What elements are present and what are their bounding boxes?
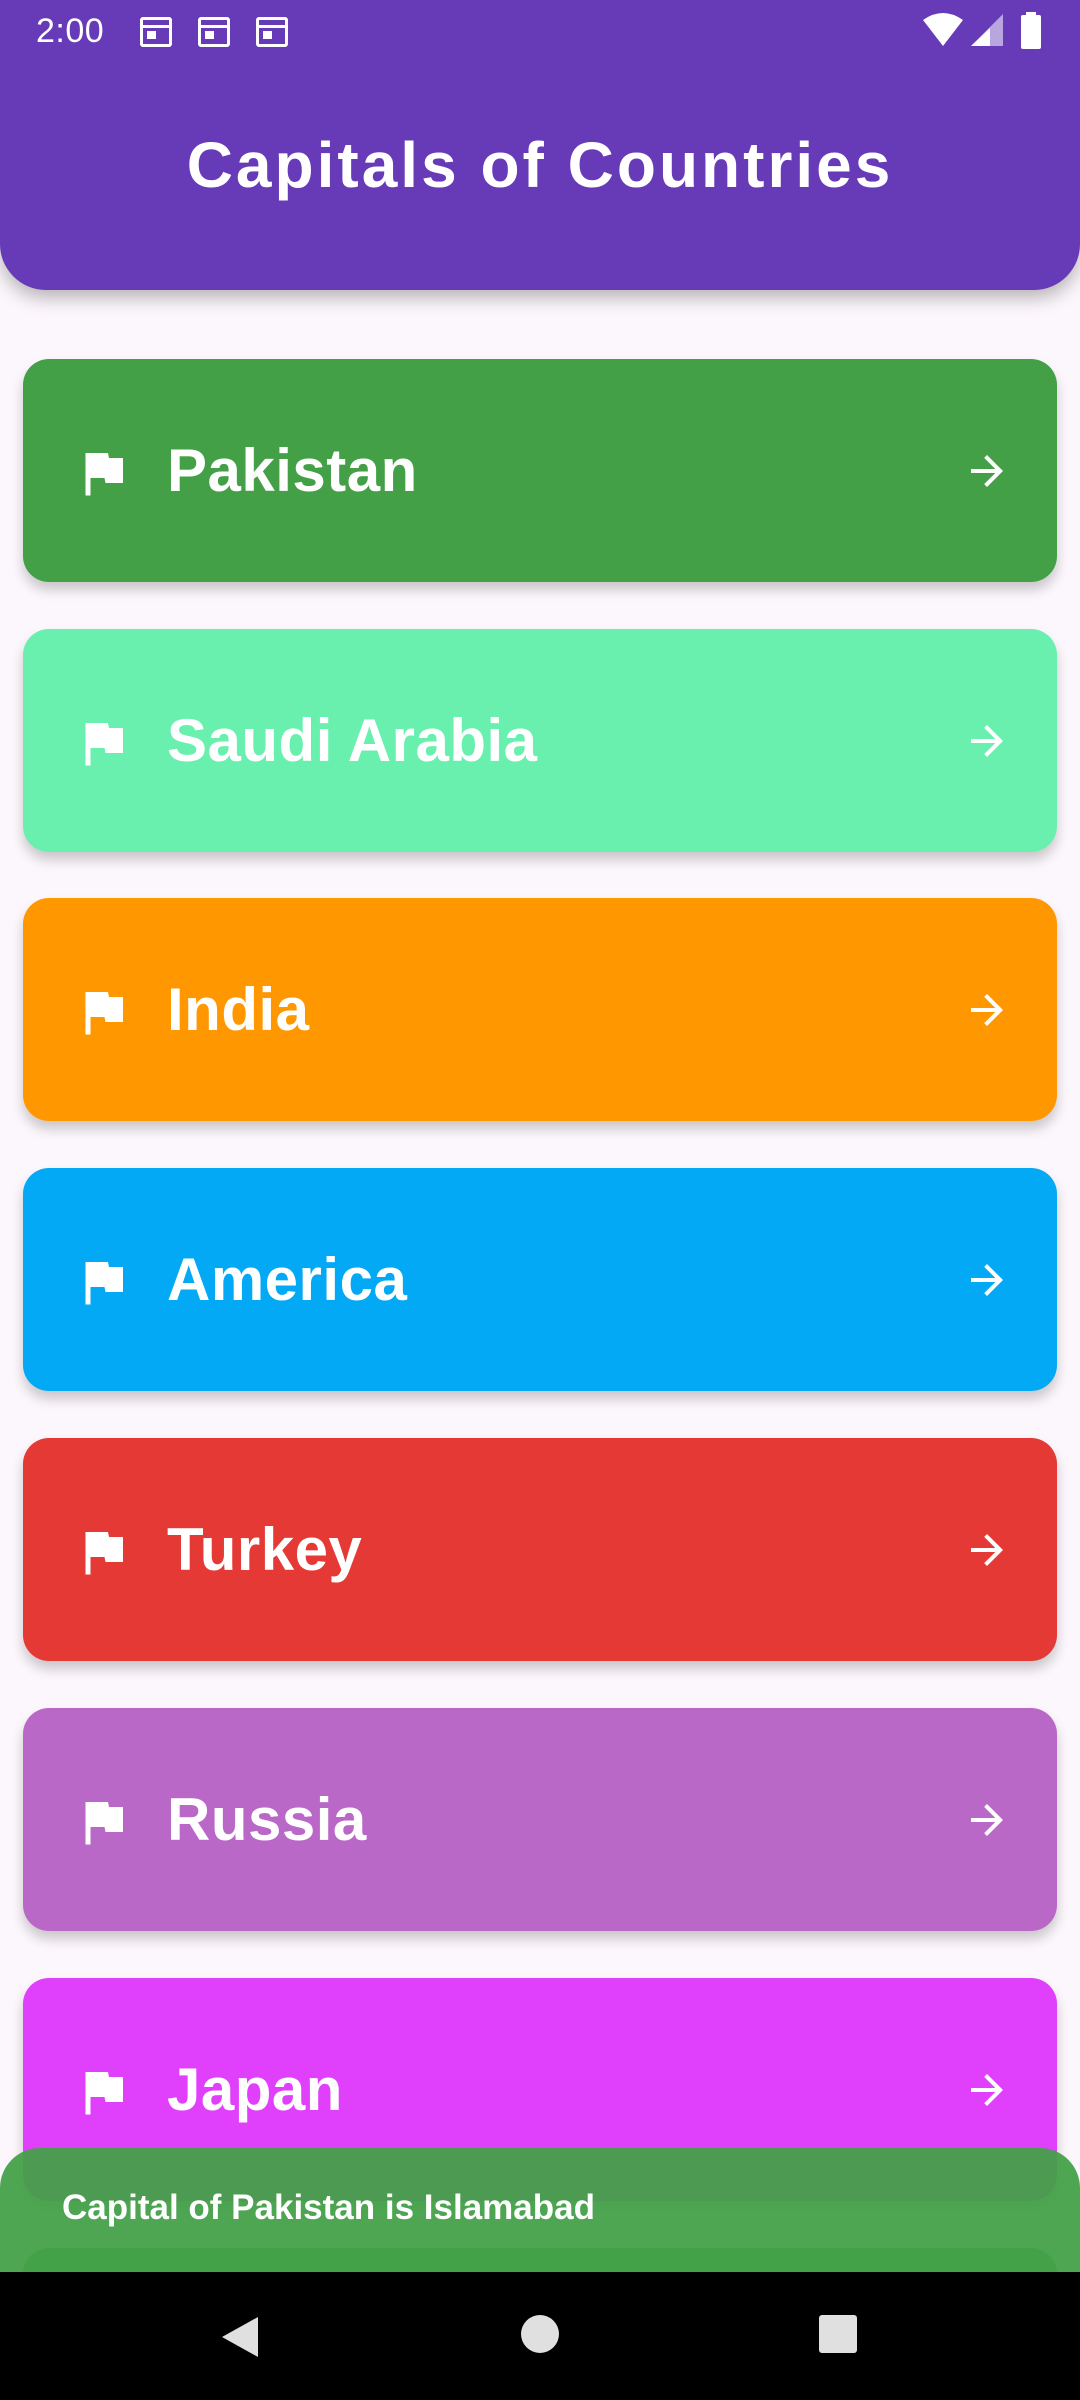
wifi-icon [923, 13, 963, 46]
flag-icon [85, 1262, 123, 1305]
country-name: Turkey [167, 1516, 363, 1583]
country-name: Saudi Arabia [167, 707, 538, 774]
country-name: Russia [167, 1786, 367, 1853]
flag-icon [85, 2072, 123, 2115]
recents-icon[interactable] [818, 2314, 858, 2354]
calendar-icon [140, 17, 172, 47]
calendar-icon [256, 17, 288, 47]
arrow-forward-icon [971, 1534, 1003, 1566]
country-name: India [167, 976, 310, 1043]
country-name: America [167, 1246, 408, 1313]
country-card-russia[interactable]: Russia [23, 1708, 1057, 1931]
flag-icon [85, 1802, 123, 1845]
arrow-forward-icon [971, 1804, 1003, 1836]
country-card-india[interactable]: India [23, 898, 1057, 1121]
country-card-america[interactable]: America [23, 1168, 1057, 1391]
battery-icon [1021, 12, 1041, 49]
home-icon[interactable] [520, 2314, 560, 2354]
calendar-icon [198, 17, 230, 47]
page-title: Capitals of Countries [186, 129, 894, 201]
arrow-forward-icon [971, 725, 1003, 757]
arrow-forward-icon [971, 455, 1003, 487]
snackbar: Capital of Pakistan is Islamabad [0, 2148, 1080, 2272]
country-card-saudi-arabia[interactable]: Saudi Arabia [23, 629, 1057, 852]
signal-icon [971, 14, 1003, 46]
back-icon[interactable] [218, 2314, 262, 2360]
arrow-forward-icon [971, 1264, 1003, 1296]
country-name: Pakistan [167, 437, 418, 504]
app-bar: 2:00 Capitals of Countries [0, 0, 1080, 290]
navigation-bar [0, 2272, 1080, 2400]
country-list[interactable]: Pakistan Saudi Arabia India America Turk… [0, 0, 1080, 2272]
snackbar-message: Capital of Pakistan is Islamabad [62, 2188, 595, 2227]
status-time: 2:00 [36, 12, 105, 50]
country-card-turkey[interactable]: Turkey [23, 1438, 1057, 1661]
flag-icon [85, 723, 123, 766]
arrow-forward-icon [971, 994, 1003, 1026]
flag-icon [85, 992, 123, 1035]
flag-icon [85, 1532, 123, 1575]
country-card-pakistan[interactable]: Pakistan [23, 359, 1057, 582]
flag-icon [85, 453, 123, 496]
arrow-forward-icon [971, 2074, 1003, 2106]
status-bar: 2:00 [0, 0, 1080, 64]
